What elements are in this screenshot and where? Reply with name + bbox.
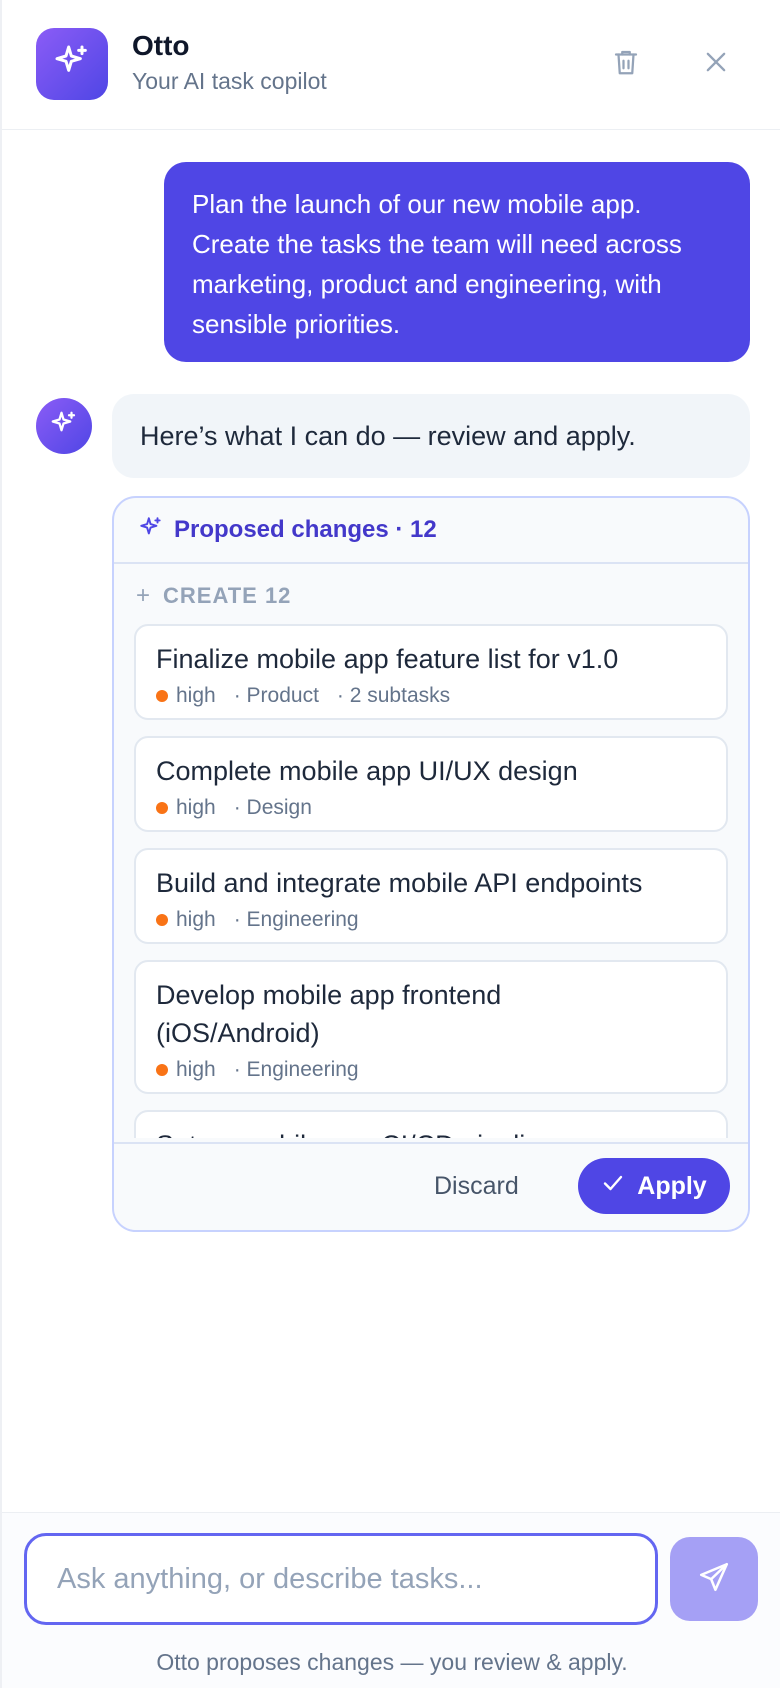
priority-dot-icon xyxy=(156,914,168,926)
assistant-name: Otto xyxy=(132,30,190,61)
task-area: · Engineering xyxy=(233,1058,359,1081)
apply-button-label: Apply xyxy=(637,1171,707,1200)
plus-icon: + xyxy=(136,582,152,609)
task-title: Build and integrate mobile API endpoints xyxy=(156,868,643,898)
close-button[interactable] xyxy=(694,42,738,86)
trash-icon xyxy=(611,46,641,83)
task-list[interactable]: Finalize mobile app feature list for v1.… xyxy=(134,624,728,1138)
task-area: · Product xyxy=(233,684,319,707)
assistant-tagline: Your AI task copilot xyxy=(132,68,327,94)
sparkles-icon xyxy=(52,42,92,87)
task-priority: high xyxy=(176,684,216,707)
task-meta: high · Product · 2 subtasks xyxy=(156,684,706,708)
create-section-label: + CREATE 12 xyxy=(136,582,291,610)
panel-header: Otto Your AI task copilot xyxy=(2,0,780,130)
task-item[interactable]: Complete mobile app UI/UX design high · … xyxy=(134,736,728,832)
user-message: Plan the launch of our new mobile app. C… xyxy=(164,162,750,362)
task-area: · Design xyxy=(233,796,312,819)
assistant-message: Here’s what I can do — review and apply. xyxy=(112,394,750,478)
composer: Otto proposes changes — you review & app… xyxy=(2,1512,780,1688)
message-input-wrapper xyxy=(24,1533,658,1625)
task-item[interactable]: Build and integrate mobile API endpoints… xyxy=(134,848,728,944)
task-meta: high · Engineering xyxy=(156,908,706,932)
discard-button[interactable]: Discard xyxy=(434,1172,519,1201)
otto-logo xyxy=(36,28,108,100)
proposed-changes-header: Proposed changes · 12 xyxy=(114,498,748,564)
send-icon xyxy=(697,1560,731,1599)
task-title: Develop mobile app frontend (iOS/Android… xyxy=(156,980,502,1048)
close-icon xyxy=(702,48,730,81)
proposal-actions: Discard Apply xyxy=(114,1142,748,1230)
proposed-changes-title: Proposed changes · 12 xyxy=(174,516,437,543)
task-item[interactable]: Develop mobile app frontend (iOS/Android… xyxy=(134,960,728,1094)
task-area: · Engineering xyxy=(233,908,359,931)
task-title: Set up mobile app CI/CD pipeline xyxy=(156,1126,706,1138)
task-item[interactable]: Finalize mobile app feature list for v1.… xyxy=(134,624,728,720)
task-priority: high xyxy=(176,908,216,931)
send-button[interactable] xyxy=(670,1537,758,1621)
sparkles-icon xyxy=(49,409,79,444)
task-item[interactable]: Set up mobile app CI/CD pipeline xyxy=(134,1110,728,1138)
task-title: Complete mobile app UI/UX design xyxy=(156,756,578,786)
copilot-panel: Otto Your AI task copilot Plan the launc… xyxy=(0,0,780,1688)
task-priority: high xyxy=(176,1058,216,1081)
apply-button[interactable]: Apply xyxy=(578,1158,730,1214)
priority-dot-icon xyxy=(156,1064,168,1076)
assistant-message-text: Here’s what I can do — review and apply. xyxy=(140,420,636,451)
sparkles-icon xyxy=(138,515,164,546)
task-title: Finalize mobile app feature list for v1.… xyxy=(156,644,619,674)
task-meta: high · Design xyxy=(156,796,706,820)
task-priority: high xyxy=(176,796,216,819)
proposed-changes-card: Proposed changes · 12 + CREATE 12 Finali… xyxy=(112,496,750,1232)
task-subtasks: · 2 subtasks xyxy=(336,684,451,707)
task-meta: high · Engineering xyxy=(156,1058,706,1082)
composer-footnote: Otto proposes changes — you review & app… xyxy=(156,1649,628,1675)
priority-dot-icon xyxy=(156,690,168,702)
message-input[interactable] xyxy=(57,1562,625,1596)
clear-chat-button[interactable] xyxy=(604,42,648,86)
assistant-avatar xyxy=(36,398,92,454)
check-icon xyxy=(601,1171,637,1202)
create-section-text: CREATE 12 xyxy=(163,583,292,608)
priority-dot-icon xyxy=(156,802,168,814)
